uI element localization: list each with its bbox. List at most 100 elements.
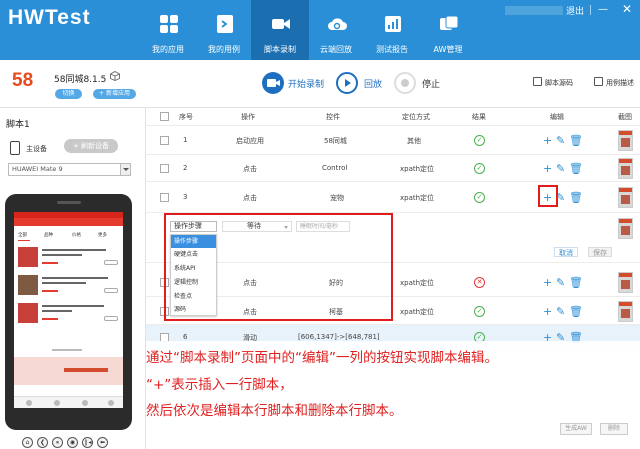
phone-speaker (57, 201, 81, 204)
pause-button[interactable]: ⏸ (52, 437, 63, 448)
option-step[interactable]: 操作步骤 (171, 235, 216, 248)
trash-icon[interactable]: 🗑 (569, 277, 583, 288)
trash-icon[interactable]: 🗑 (569, 135, 583, 146)
insert-row-button[interactable]: + (543, 306, 552, 317)
chevron-down-icon (284, 226, 288, 229)
delete-button[interactable]: 删除 (600, 423, 628, 435)
wait-type-select[interactable]: 等待 (222, 221, 292, 232)
option-logic[interactable]: 逻辑控制 (171, 276, 216, 289)
table-row[interactable]: 2 点击 Control xpath定位 ✓ + ✎ 🗑 (146, 155, 640, 182)
script-title: 脚本1 (6, 120, 30, 130)
sleep-time-input[interactable]: 睡眠时间/毫秒 (296, 221, 350, 232)
col-header: 操作 (241, 113, 255, 121)
save-button[interactable]: 保存 (588, 247, 612, 257)
option-system-api[interactable]: 系统API (171, 262, 216, 275)
record-icon (262, 72, 284, 94)
listing-text (42, 249, 106, 251)
edit-icon[interactable]: ✎ (556, 163, 565, 174)
device-select[interactable]: HUAWEI Mate 9 (8, 163, 131, 176)
screenshot-thumbnail[interactable] (618, 301, 633, 322)
screenshot-thumbnail[interactable] (618, 187, 633, 208)
step-type-select[interactable]: 操作步骤 (170, 221, 217, 232)
listing-price (42, 262, 58, 264)
option-hardkey[interactable]: 硬键点击 (171, 248, 216, 261)
top-nav-bar: HWTest 我的应用 我的用例 脚本录制 云端回放 测试报告 AW管理 退出 … (0, 0, 640, 60)
play-icon (336, 72, 358, 94)
logout-button[interactable]: 退出 (566, 4, 584, 17)
app-toolbar: 58 58同城8.1.5 切换 + 新增应用 开始录制 回放 停止 脚本源码 用… (0, 60, 640, 108)
record-label: 开始录制 (288, 80, 325, 90)
close-button[interactable]: ✕ (622, 2, 632, 16)
insert-row-button[interactable]: + (543, 135, 552, 146)
device-preview[interactable]: 全部 品种 价格 更多 (5, 194, 132, 430)
home-button[interactable]: ⌂ (22, 437, 33, 448)
listing-text (42, 282, 86, 284)
row-op: 点击 (243, 194, 257, 202)
tabbar-dot (26, 400, 32, 406)
video-icon (272, 19, 290, 29)
back-button[interactable]: ❮ (37, 437, 48, 448)
screenshot-thumbnail[interactable] (618, 158, 633, 179)
listing-button (104, 316, 118, 321)
option-source[interactable]: 源码 (171, 303, 216, 316)
switch-app-button[interactable]: 切换 (55, 89, 82, 99)
device-screen[interactable]: 全部 品种 价格 更多 (14, 212, 123, 408)
trash-icon[interactable]: 🗑 (569, 306, 583, 317)
screenshot-thumbnail[interactable] (618, 272, 633, 293)
device-select-value: HUAWEI Mate 9 (12, 165, 63, 173)
add-app-button[interactable]: + 新增应用 (93, 89, 136, 99)
table-row[interactable]: 3 点击 宠物 xpath定位 ✓ + ✎ 🗑 (146, 182, 640, 213)
cloud-icon (328, 18, 347, 30)
tool-label: 脚本源码 (545, 79, 573, 87)
row-ctrl: Control (322, 164, 348, 172)
usecase-desc-button[interactable]: 用例描述 (594, 77, 634, 88)
trash-icon[interactable]: 🗑 (569, 192, 583, 203)
phone-more-link (52, 349, 82, 351)
app-name: 58同城8.1.5 (54, 75, 107, 85)
return-button[interactable]: ⬅ (97, 437, 108, 448)
cancel-button[interactable]: 取消 (554, 247, 578, 257)
terminal-icon (217, 15, 233, 33)
edit-icon[interactable]: ✎ (556, 135, 565, 146)
nav-label: 测试报告 (376, 45, 408, 54)
screenshot-thumbnail[interactable] (618, 218, 633, 239)
select-all-checkbox[interactable] (160, 112, 169, 121)
nav-my-cases[interactable]: 我的用例 (195, 0, 253, 60)
row-ctrl: [606,1347]->[648,781] (298, 333, 380, 341)
insert-row-button[interactable]: + (543, 163, 552, 174)
nav-label: 脚本录制 (264, 45, 296, 54)
nav-my-apps[interactable]: 我的应用 (139, 0, 197, 60)
nav-aw-manage[interactable]: AW管理 (419, 0, 477, 60)
table-row[interactable]: 1 启动应用 58同城 其他 ✓ + ✎ 🗑 (146, 126, 640, 155)
annotation-line: “+”表示插入一行脚本， (146, 377, 293, 393)
edit-icon[interactable]: ✎ (556, 306, 565, 317)
script-source-button[interactable]: 脚本源码 (533, 77, 573, 88)
listing-text (42, 310, 72, 312)
nav-cloud-replay[interactable]: 云端回放 (307, 0, 365, 60)
edit-icon[interactable]: ✎ (556, 277, 565, 288)
screenshot-thumbnail[interactable] (618, 130, 633, 151)
generate-aw-button[interactable]: 生成AW (560, 423, 592, 435)
success-icon: ✓ (474, 135, 485, 146)
row-no: 3 (183, 193, 188, 201)
col-header: 编辑 (550, 113, 564, 121)
app-logo: HWTest (8, 6, 91, 29)
row-checkbox[interactable] (160, 164, 169, 173)
volume-button[interactable]: ❙◂ (82, 437, 93, 448)
wait-type-value: 等待 (247, 222, 261, 230)
insert-row-button[interactable]: + (543, 277, 552, 288)
power-button[interactable]: ◉ (67, 437, 78, 448)
phone-tab: 更多 (98, 233, 107, 238)
minimize-button[interactable]: — (598, 4, 608, 15)
row-checkbox[interactable] (160, 136, 169, 145)
trash-icon[interactable]: 🗑 (569, 163, 583, 174)
phone-tab: 价格 (72, 233, 81, 238)
doc-icon (594, 77, 603, 86)
nav-test-report[interactable]: 测试报告 (363, 0, 421, 60)
refresh-device-button[interactable]: + 刷新设备 (64, 139, 118, 153)
option-checkpoint[interactable]: 检查点 (171, 290, 216, 303)
row-checkbox[interactable] (160, 193, 169, 202)
nav-script-record[interactable]: 脚本录制 (251, 0, 309, 60)
phone-list-item (14, 301, 123, 329)
listing-price (42, 290, 58, 292)
